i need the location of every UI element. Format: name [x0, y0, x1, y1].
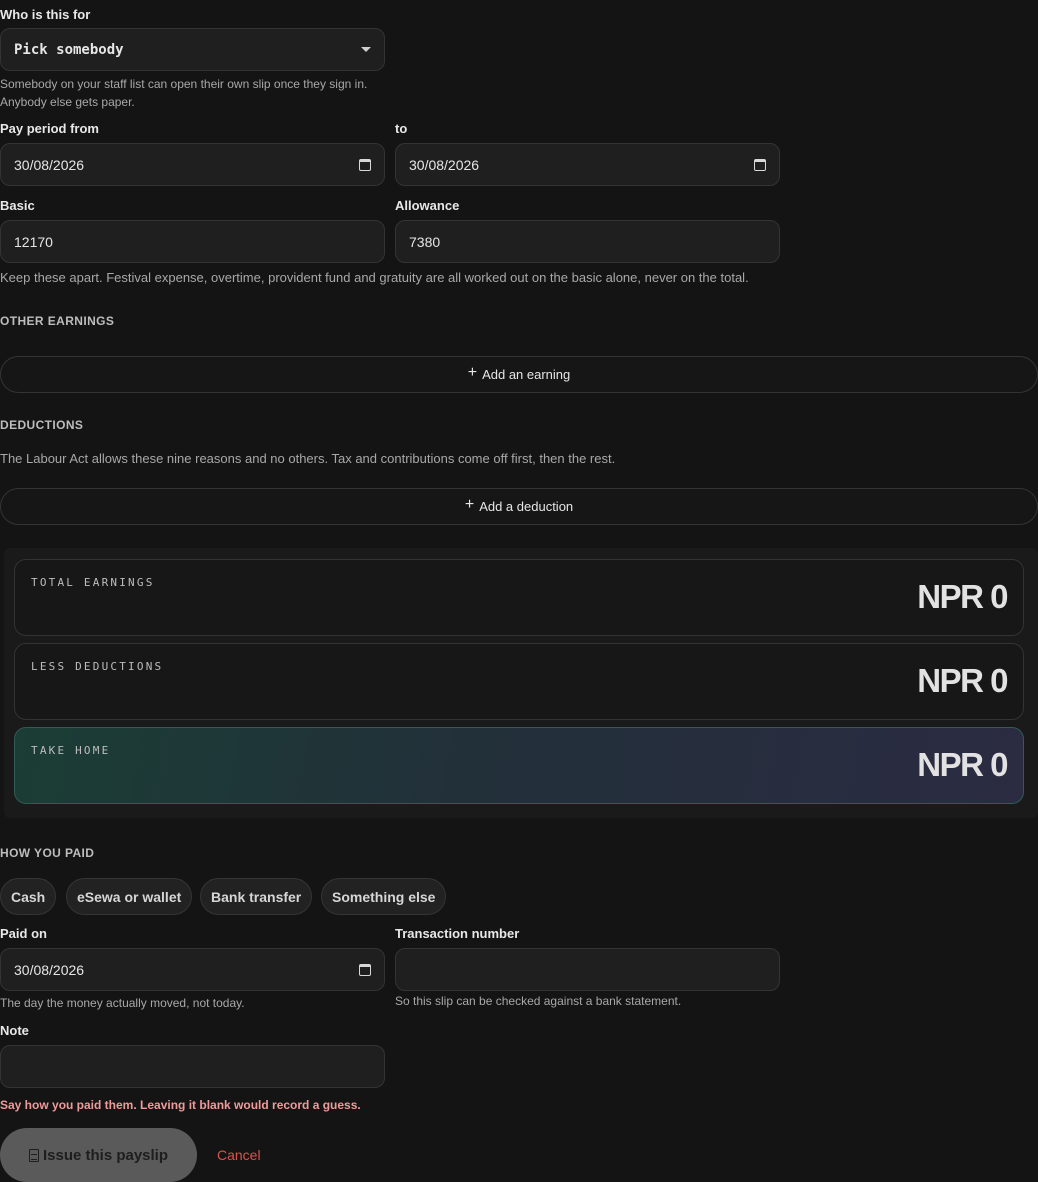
txn-label: Transaction number — [395, 926, 520, 941]
paid-on-hint: The day the money actually moved, not to… — [0, 996, 245, 1010]
payment-method-bank[interactable]: Bank transfer — [200, 878, 313, 915]
basic-input[interactable]: 12170 — [0, 220, 385, 263]
take-home-card: TAKE HOME NPR 0 — [14, 727, 1024, 804]
note-label: Note — [0, 1023, 29, 1038]
period-from-input[interactable]: 30/08/2026 — [0, 143, 385, 186]
plus-icon: + — [464, 496, 475, 513]
period-to-value: 30/08/2026 — [409, 156, 480, 173]
recipient-hint-1: Somebody on your staff list can open the… — [0, 77, 368, 91]
total-earnings-label: TOTAL EARNINGS — [31, 576, 155, 589]
paid-on-input[interactable]: 30/08/2026 — [0, 948, 385, 991]
recipient-select[interactable]: Pick somebody — [0, 28, 385, 71]
deductions-heading: DEDUCTIONS — [0, 418, 84, 432]
allowance-value: 7380 — [409, 233, 441, 250]
payment-error: Say how you paid them. Leaving it blank … — [0, 1098, 361, 1112]
calendar-icon[interactable] — [359, 158, 371, 171]
payment-heading: HOW YOU PAID — [0, 846, 95, 860]
issue-payslip-label: Issue this payslip — [42, 1146, 169, 1164]
calendar-icon[interactable] — [359, 963, 371, 976]
add-deduction-button[interactable]: + Add a deduction — [0, 488, 1038, 525]
issue-payslip-button[interactable]: Issue this payslip — [0, 1128, 197, 1182]
total-earnings-value: NPR 0 — [917, 578, 1008, 615]
less-deductions-label: LESS DEDUCTIONS — [31, 660, 164, 673]
allowance-input[interactable]: 7380 — [395, 220, 780, 263]
take-home-label: TAKE HOME — [31, 744, 111, 757]
basic-value: 12170 — [14, 233, 53, 250]
recipient-hint-2: Anybody else gets paper. — [0, 95, 135, 109]
recipient-select-value: Pick somebody — [14, 41, 124, 58]
period-to-label: to — [395, 121, 408, 136]
period-from-label: Pay period from — [0, 121, 99, 136]
period-from-value: 30/08/2026 — [14, 156, 85, 173]
txn-input[interactable] — [395, 948, 780, 991]
pay-hint: Keep these apart. Festival expense, over… — [0, 270, 749, 285]
take-home-value: NPR 0 — [917, 746, 1008, 783]
less-deductions-value: NPR 0 — [917, 662, 1008, 699]
chevron-down-icon — [361, 47, 371, 52]
allowance-label: Allowance — [395, 198, 460, 213]
recipient-label: Who is this for — [0, 7, 91, 22]
paid-on-value: 30/08/2026 — [14, 961, 85, 978]
txn-hint: So this slip can be checked against a ba… — [395, 994, 682, 1008]
add-earning-button[interactable]: + Add an earning — [0, 356, 1038, 393]
add-deduction-label: Add a deduction — [479, 499, 574, 514]
deductions-hint: The Labour Act allows these nine reasons… — [0, 451, 616, 466]
payment-method-wallet[interactable]: eSewa or wallet — [66, 878, 193, 915]
document-icon — [28, 1148, 39, 1162]
other-earnings-heading: OTHER EARNINGS — [0, 314, 115, 328]
cancel-link[interactable]: Cancel — [217, 1147, 261, 1163]
total-earnings-card: TOTAL EARNINGS NPR 0 — [14, 559, 1024, 636]
add-earning-label: Add an earning — [482, 367, 571, 382]
basic-label: Basic — [0, 198, 35, 213]
less-deductions-card: LESS DEDUCTIONS NPR 0 — [14, 643, 1024, 720]
paid-on-label: Paid on — [0, 926, 47, 941]
payment-method-other[interactable]: Something else — [321, 878, 447, 915]
calendar-icon[interactable] — [754, 158, 766, 171]
note-input[interactable] — [0, 1045, 385, 1088]
plus-icon: + — [467, 364, 478, 381]
payment-method-cash[interactable]: Cash — [0, 878, 57, 915]
period-to-input[interactable]: 30/08/2026 — [395, 143, 780, 186]
